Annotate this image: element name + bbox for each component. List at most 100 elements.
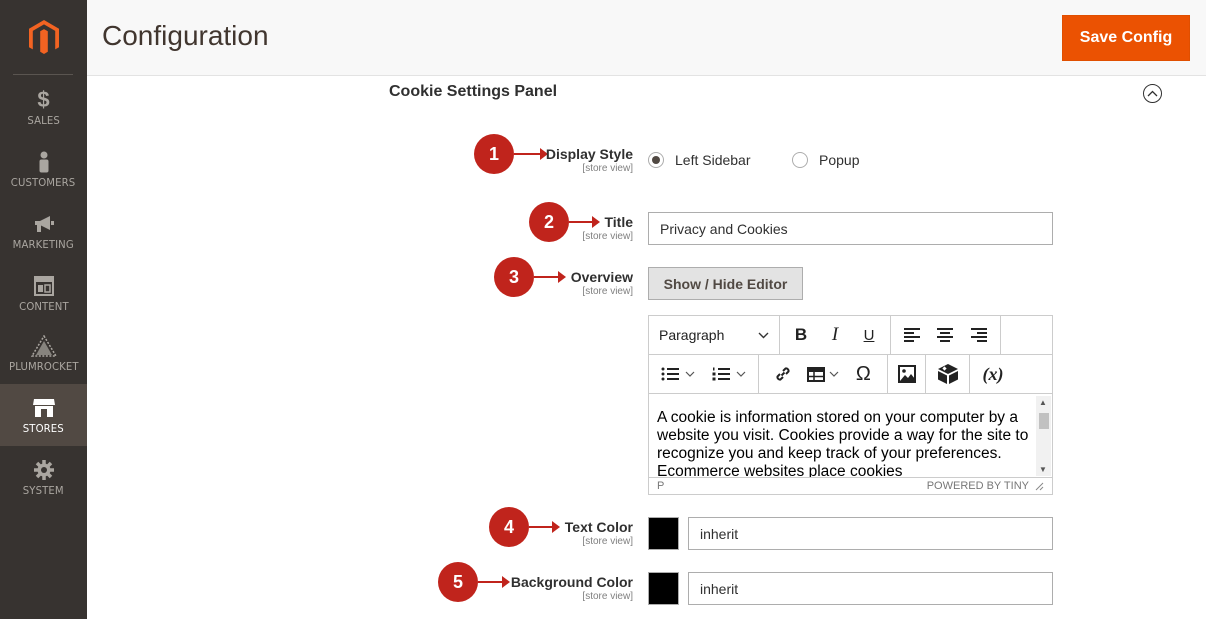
sidebar-item-label: PLUMROCKET: [8, 359, 79, 373]
plumrocket-icon: [30, 334, 57, 358]
sidebar-item-label: STORES: [23, 421, 64, 435]
image-group: [888, 355, 926, 393]
format-select-value: Paragraph: [659, 327, 725, 343]
scope-label: [store view]: [582, 286, 633, 297]
chevron-down-icon: [736, 371, 746, 377]
image-icon[interactable]: [892, 359, 922, 389]
widget-icon[interactable]: [933, 359, 963, 389]
sidebar-item-plumrocket[interactable]: PLUMROCKET: [0, 322, 87, 384]
callout-arrow: [529, 521, 560, 533]
megaphone-icon: [33, 212, 55, 236]
bold-icon[interactable]: B: [786, 320, 816, 350]
underline-icon[interactable]: U: [854, 320, 884, 350]
scope-label: [store view]: [582, 163, 633, 174]
resize-handle-icon: [1035, 482, 1044, 490]
sidebar-item-sales[interactable]: $ SALES: [0, 76, 87, 138]
callout-arrow: [478, 576, 510, 588]
text-color-label: Text Color [store view]: [565, 519, 633, 547]
callout-marker-5: 5: [438, 562, 478, 602]
sidebar-item-label: MARKETING: [12, 237, 75, 251]
content-icon: [33, 274, 54, 298]
editor-statusbar: P POWERED BY TINY: [649, 477, 1052, 494]
align-left-icon[interactable]: [897, 320, 927, 350]
sidebar-item-label: CONTENT: [18, 299, 69, 313]
field-label-text: Display Style: [545, 146, 633, 162]
section-title[interactable]: Cookie Settings Panel: [389, 83, 557, 101]
chevron-down-icon: [685, 371, 695, 377]
sidebar-item-marketing[interactable]: MARKETING: [0, 200, 87, 262]
widget-group: [926, 355, 970, 393]
magento-logo[interactable]: [0, 0, 87, 75]
chevron-down-icon: [829, 371, 839, 377]
special-character-icon[interactable]: Ω: [848, 359, 878, 389]
text-style-group: B I U: [780, 316, 891, 354]
radio-label: Popup: [819, 152, 860, 168]
insert-variable-icon[interactable]: (x): [978, 359, 1008, 389]
callout-arrow: [534, 271, 566, 283]
format-select[interactable]: Paragraph: [649, 327, 779, 343]
align-right-icon[interactable]: [964, 320, 994, 350]
numbered-list-icon[interactable]: [712, 359, 746, 389]
overview-label: Overview [store view]: [571, 269, 633, 297]
scroll-up-icon[interactable]: ▲: [1039, 398, 1047, 407]
sidebar-item-label: SYSTEM: [23, 483, 64, 497]
customers-icon: [37, 150, 51, 174]
scroll-down-icon[interactable]: ▼: [1039, 465, 1047, 474]
background-color-swatch[interactable]: [648, 572, 679, 605]
variable-group: (x): [970, 355, 1012, 393]
background-color-input[interactable]: inherit: [688, 572, 1053, 605]
callout-marker-3: 3: [494, 257, 534, 297]
callout-marker-4: 4: [489, 507, 529, 547]
field-label-text: Title: [604, 214, 633, 230]
sidebar-item-label: SALES: [27, 113, 60, 127]
sidebar-item-stores[interactable]: STORES: [0, 384, 87, 446]
editor-toolbar-row-2: Ω (x): [649, 355, 1052, 394]
link-icon[interactable]: [768, 359, 798, 389]
show-hide-editor-button[interactable]: Show / Hide Editor: [648, 267, 803, 300]
align-group: [891, 316, 1001, 354]
gear-icon: [33, 458, 55, 482]
text-color-input[interactable]: inherit: [688, 517, 1053, 550]
title-label: Title [store view]: [582, 214, 633, 242]
title-input[interactable]: Privacy and Cookies: [648, 212, 1053, 245]
scope-label: [store view]: [582, 591, 633, 602]
insert-group: Ω: [759, 355, 888, 393]
scrollbar-thumb[interactable]: [1039, 413, 1049, 429]
collapse-icon[interactable]: [1143, 84, 1162, 103]
editor-toolbar-row-1: Paragraph B I U: [649, 316, 1052, 355]
field-label-text: Overview: [570, 269, 633, 285]
list-group: [649, 355, 759, 393]
element-path[interactable]: P: [657, 480, 664, 492]
editor-content-area[interactable]: A cookie is information stored on your c…: [649, 395, 1037, 477]
sidebar-item-content[interactable]: CONTENT: [0, 262, 87, 324]
align-center-icon[interactable]: [930, 320, 960, 350]
editor-scrollbar[interactable]: ▲ ▼: [1036, 396, 1051, 476]
callout-marker-2: 2: [529, 202, 569, 242]
sidebar-item-customers[interactable]: CUSTOMERS: [0, 138, 87, 200]
wysiwyg-editor: Paragraph B I U Ω (x) A cookie is inform…: [648, 315, 1053, 495]
radio-button[interactable]: [792, 152, 808, 168]
page-header: Configuration Save Config: [87, 0, 1206, 76]
sidebar-item-system[interactable]: SYSTEM: [0, 446, 87, 508]
radio-button[interactable]: [648, 152, 664, 168]
radio-popup[interactable]: Popup: [792, 152, 859, 168]
text-color-swatch[interactable]: [648, 517, 679, 550]
admin-sidebar: $ SALES CUSTOMERS MARKETING CONTENT PLUM…: [0, 0, 87, 619]
scope-label: [store view]: [582, 536, 633, 547]
field-label-text: Background Color: [510, 574, 633, 590]
magento-logo-icon: [28, 19, 59, 54]
table-icon[interactable]: [806, 359, 839, 389]
save-config-button[interactable]: Save Config: [1062, 15, 1190, 61]
display-style-label: Display Style [store view]: [546, 146, 633, 174]
logo-divider: [13, 74, 73, 75]
format-group: Paragraph: [649, 316, 780, 354]
radio-left-sidebar[interactable]: Left Sidebar: [648, 152, 751, 168]
sidebar-item-label: CUSTOMERS: [11, 175, 76, 189]
scope-label: [store view]: [582, 231, 633, 242]
radio-label: Left Sidebar: [675, 152, 751, 168]
page-title: Configuration: [102, 20, 269, 51]
powered-by-tiny-link[interactable]: POWERED BY TINY: [927, 480, 1029, 492]
bullet-list-icon[interactable]: [661, 359, 695, 389]
italic-icon[interactable]: I: [820, 320, 850, 350]
dollar-icon: $: [37, 86, 50, 112]
